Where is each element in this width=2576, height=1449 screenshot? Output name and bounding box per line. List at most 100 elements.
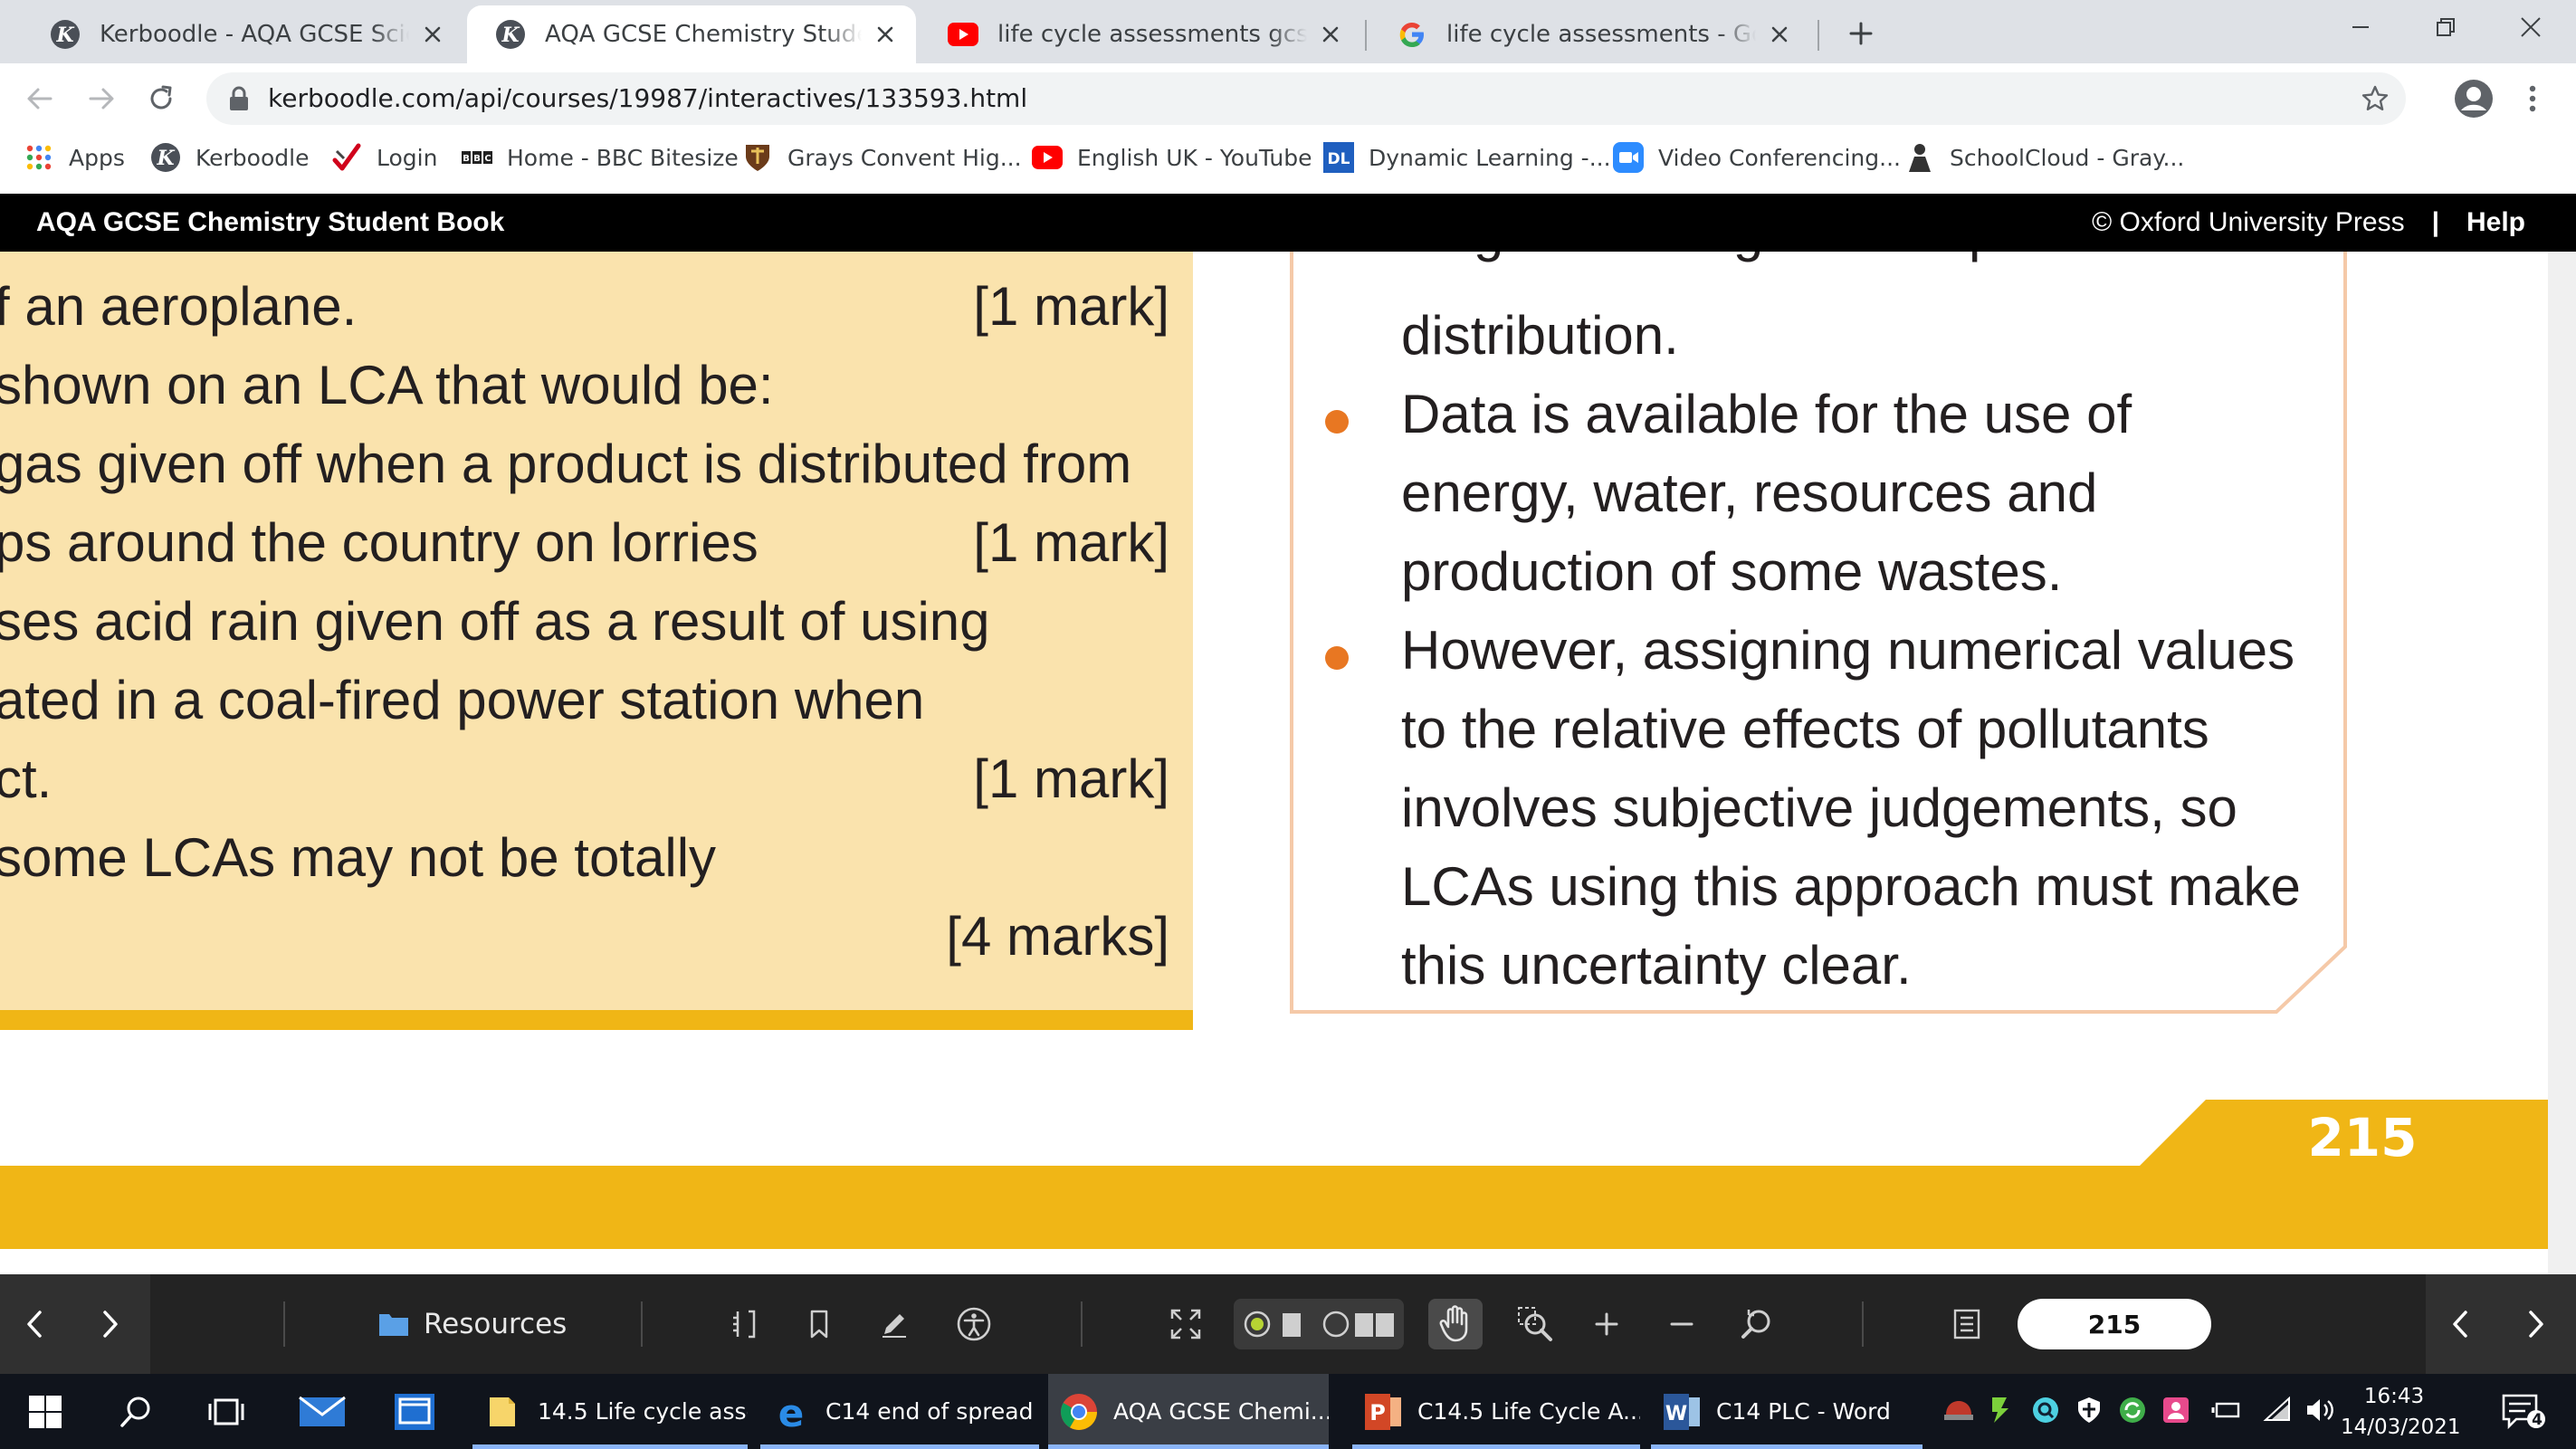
address-bar[interactable]: kerboodle.com/api/courses/19987/interact… — [206, 72, 2406, 125]
bookmark-star-icon[interactable] — [2361, 84, 2390, 113]
chevron-left-icon — [2453, 1311, 2467, 1338]
cut-off-text-line — [0, 252, 1113, 253]
single-page-view-option[interactable] — [1241, 1308, 1308, 1340]
double-page-view-option[interactable] — [1322, 1308, 1398, 1340]
taskbar-app-file-explorer[interactable]: 14.5 Life cycle asse... — [472, 1374, 748, 1449]
video-conferencing-icon — [1613, 142, 1644, 173]
zoom-in-button[interactable] — [1587, 1304, 1627, 1344]
taskbar-app-word[interactable]: W C14 PLC - Word — [1651, 1374, 1922, 1449]
back-button[interactable] — [22, 81, 58, 117]
restore-button[interactable] — [2419, 7, 2473, 47]
close-window-button[interactable] — [2504, 7, 2558, 47]
help-link[interactable]: Help — [2466, 207, 2525, 237]
tray-app-icon[interactable] — [1942, 1394, 1975, 1426]
zoom-out-button[interactable] — [1662, 1304, 1702, 1344]
bookmarks-bar: Apps K Kerboodle Login BBC Home - BBC Bi… — [0, 134, 2576, 194]
svg-text:B: B — [473, 154, 481, 164]
page-list-icon — [1953, 1309, 1980, 1339]
kerboodle-icon: K — [150, 142, 181, 173]
fullscreen-button[interactable] — [1166, 1304, 1206, 1344]
bookmark-dynamic-learning[interactable]: DL Dynamic Learning -... — [1323, 134, 1611, 181]
tray-sync-icon[interactable] — [2116, 1394, 2149, 1426]
next-spread-button[interactable] — [2516, 1304, 2556, 1344]
mark-label: [1 mark] — [973, 748, 1169, 809]
info-line: involves subjective judgements, so — [1401, 777, 2237, 838]
taskbar-app-powerpoint[interactable]: P C14.5 Life Cycle A... — [1352, 1374, 1640, 1449]
pan-tool-button[interactable] — [1428, 1299, 1483, 1349]
bookmark-grays-convent[interactable]: Grays Convent Hig... — [742, 134, 1022, 181]
volume-icon[interactable] — [2304, 1394, 2337, 1426]
page-number-input[interactable] — [2018, 1299, 2211, 1349]
menu-kebab-icon[interactable] — [2522, 79, 2543, 119]
question-line: shown on an LCA that would be: — [0, 355, 774, 415]
svg-text:C: C — [484, 154, 491, 164]
taskbar-app-chrome[interactable]: AQA GCSE Chemi... — [1048, 1374, 1329, 1449]
forward-button[interactable] — [83, 81, 119, 117]
bookmark-kerboodle[interactable]: K Kerboodle — [150, 134, 309, 181]
login-icon — [331, 142, 362, 173]
info-line: Data is available for the use of — [1401, 384, 2132, 444]
battery-icon[interactable] — [2210, 1394, 2243, 1426]
page-number: 215 — [2307, 1107, 2418, 1168]
tab-google-search[interactable]: life cycle assessments - Google Search — [1369, 5, 1810, 63]
close-tab-icon[interactable] — [871, 20, 900, 49]
running-indicator — [472, 1444, 748, 1449]
page-scrollbar[interactable] — [2548, 252, 2576, 1274]
bookmark-bbc-bitesize[interactable]: BBC Home - BBC Bitesize — [462, 134, 739, 181]
bookmark-page-button[interactable] — [799, 1304, 839, 1344]
book-title: AQA GCSE Chemistry Student Book — [36, 207, 505, 237]
copyright-text: © Oxford University Press — [2092, 207, 2405, 237]
bookmark-login[interactable]: Login — [331, 134, 437, 181]
close-tab-icon[interactable] — [418, 20, 447, 49]
previous-spread-button[interactable] — [2440, 1304, 2480, 1344]
bookmark-youtube[interactable]: English UK - YouTube — [1032, 134, 1312, 181]
mail-icon[interactable] — [297, 1387, 348, 1437]
tablet-app-icon[interactable] — [389, 1387, 440, 1437]
reload-button[interactable] — [143, 81, 179, 117]
tab-title: life cycle assessments - Google Search — [1446, 21, 1756, 48]
taskbar-app-label: C14.5 Life Cycle A... — [1417, 1398, 1640, 1425]
resources-button[interactable]: Resources — [378, 1304, 567, 1344]
svg-text:K: K — [501, 24, 520, 47]
tray-people-icon[interactable] — [2160, 1394, 2192, 1426]
info-line: production of some wastes. — [1401, 541, 2063, 602]
close-tab-icon[interactable] — [1765, 20, 1794, 49]
tab-chemistry-student-book[interactable]: K AQA GCSE Chemistry Student Book — [467, 5, 916, 63]
accessibility-button[interactable] — [954, 1304, 994, 1344]
info-line: this uncertainty clear. — [1401, 935, 1912, 996]
tab-youtube-lca[interactable]: life cycle assessments gcse chemistry — [920, 5, 1361, 63]
bookmark-apps[interactable]: Apps — [24, 134, 125, 181]
taskbar-app-edge[interactable]: e C14 end of spread ... — [760, 1374, 1039, 1449]
search-icon[interactable] — [110, 1387, 161, 1437]
zoom-reset-button[interactable] — [1738, 1304, 1778, 1344]
svg-text:B: B — [463, 154, 470, 164]
tray-search-app-icon[interactable] — [2029, 1394, 2062, 1426]
page-view-toggle — [1234, 1299, 1404, 1349]
next-page-button[interactable] — [91, 1304, 130, 1344]
annotate-button[interactable] — [874, 1304, 914, 1344]
new-tab-button[interactable] — [1843, 15, 1879, 52]
chevron-left-icon — [27, 1311, 42, 1338]
bookmark-video-conferencing[interactable]: Video Conferencing... — [1613, 134, 1901, 181]
previous-page-button[interactable] — [14, 1304, 54, 1344]
contents-button[interactable] — [724, 1304, 764, 1344]
bookmark-schoolcloud[interactable]: SchoolCloud - Gray... — [1904, 134, 2184, 181]
task-view-icon[interactable] — [201, 1387, 252, 1437]
tab-kerboodle-sciences[interactable]: K Kerboodle - AQA GCSE Sciences — [22, 5, 463, 63]
bbc-icon: BBC — [462, 142, 492, 173]
zoom-in-icon — [1595, 1312, 1618, 1336]
bookmark-label: Dynamic Learning -... — [1369, 144, 1611, 171]
tray-green-app-icon[interactable] — [1984, 1394, 2017, 1426]
minimize-button[interactable] — [2333, 7, 2388, 47]
zoom-area-button[interactable] — [1515, 1304, 1555, 1344]
close-tab-icon[interactable] — [1316, 20, 1345, 49]
tray-shield-icon[interactable] — [2073, 1394, 2105, 1426]
notifications-button[interactable]: 4 — [2500, 1392, 2547, 1430]
windows-start-icon[interactable] — [20, 1387, 71, 1437]
system-clock[interactable]: 16:43 14/03/2021 — [2341, 1381, 2461, 1443]
profile-avatar-icon[interactable] — [2454, 79, 2494, 119]
wifi-icon[interactable] — [2261, 1394, 2294, 1426]
question-line: gas given off when a product is distribu… — [0, 434, 1132, 494]
windows-taskbar: 14.5 Life cycle asse... e C14 end of spr… — [0, 1374, 2576, 1449]
page-list-button[interactable] — [1947, 1304, 1987, 1344]
